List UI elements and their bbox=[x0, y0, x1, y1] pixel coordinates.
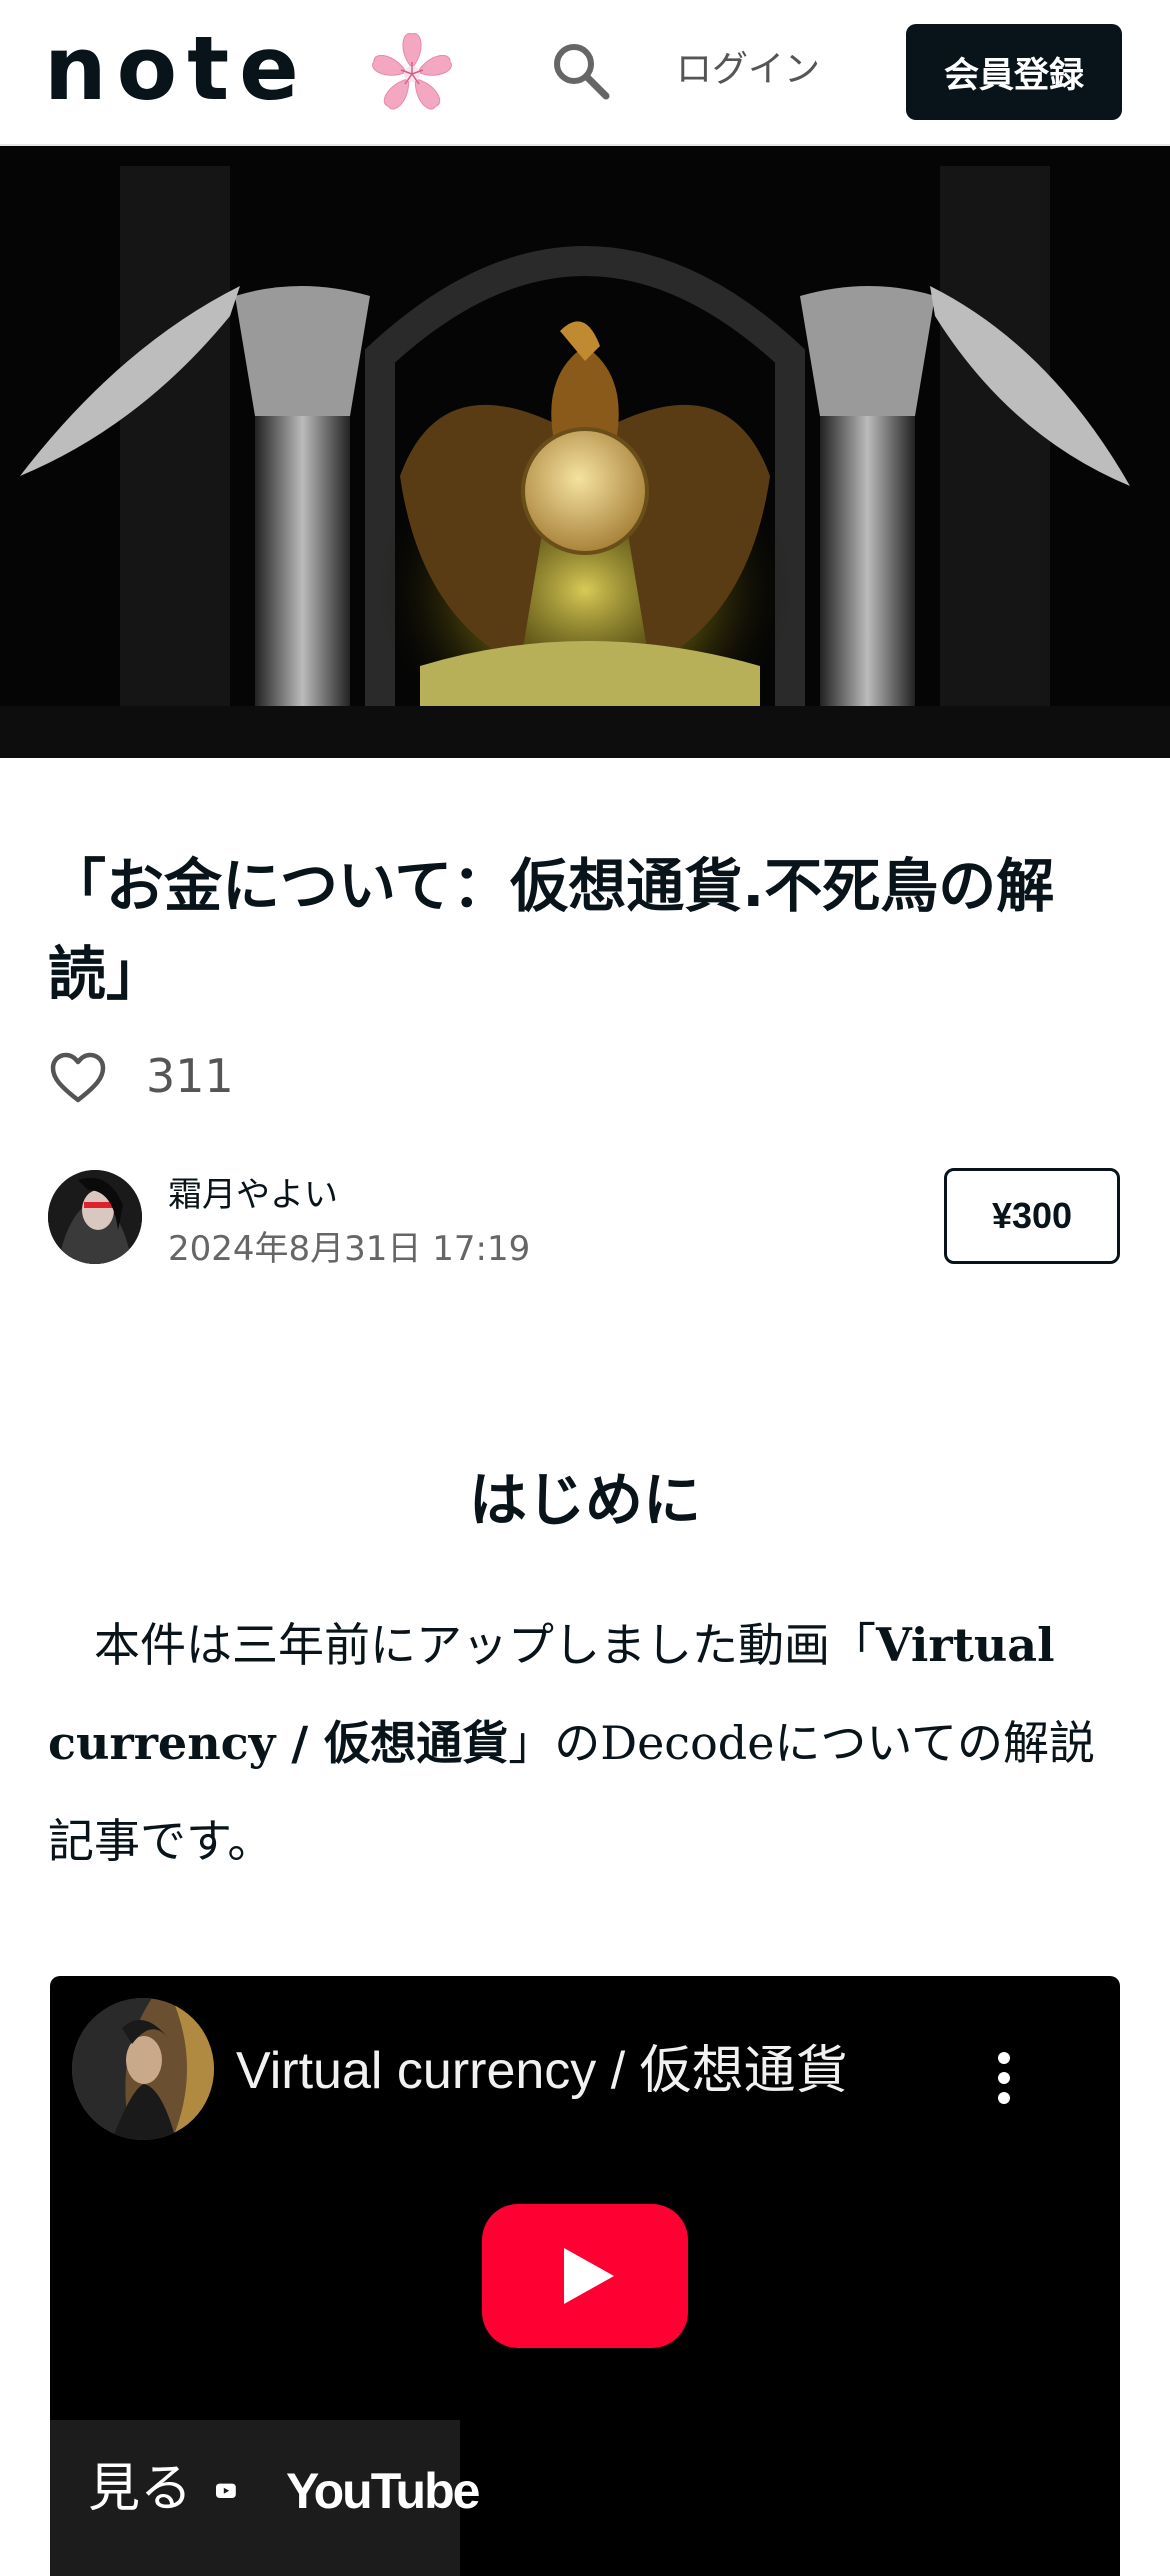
author-name[interactable]: 霜月やよい bbox=[168, 1172, 338, 1218]
heart-icon[interactable] bbox=[50, 1052, 106, 1104]
watch-label: 見る bbox=[88, 2459, 193, 2519]
youtube-logo-icon bbox=[216, 2483, 236, 2498]
hero-image bbox=[0, 146, 1170, 758]
body-paragraph: 本件は三年前にアップしました動画「Virtual currency / 仮想通貨… bbox=[48, 1596, 1124, 1890]
post-date: 2024年8月31日 17:19 bbox=[168, 1229, 531, 1269]
author-avatar[interactable] bbox=[48, 1170, 142, 1264]
signup-button[interactable]: 会員登録 bbox=[906, 24, 1122, 120]
site-header: note ログイン 会員登録 bbox=[0, 0, 1170, 146]
paragraph-text: 本件は三年前にアップしました動画「 bbox=[48, 1618, 876, 1672]
channel-avatar[interactable] bbox=[72, 1998, 214, 2140]
sakura-icon bbox=[372, 33, 452, 110]
section-heading: はじめに bbox=[468, 1466, 701, 1534]
more-vertical-icon[interactable] bbox=[994, 2050, 1014, 2106]
youtube-embed[interactable]: Virtual currency / 仮想通貨 見る YouTube bbox=[50, 1976, 1120, 2576]
note-logo[interactable]: note bbox=[44, 14, 309, 124]
article-title: 「お金について：仮想通貨.不死鳥の解読」 bbox=[48, 852, 1055, 1008]
price-button[interactable]: ¥300 bbox=[944, 1168, 1120, 1264]
youtube-wordmark: YouTube bbox=[286, 2463, 480, 2519]
watch-on-youtube-bar[interactable]: 見る YouTube bbox=[50, 2420, 480, 2576]
login-link[interactable]: ログイン bbox=[676, 44, 820, 96]
search-icon[interactable] bbox=[550, 40, 612, 102]
video-title[interactable]: Virtual currency / 仮想通貨 bbox=[236, 2036, 848, 2106]
play-button-icon[interactable] bbox=[482, 2204, 688, 2348]
like-count: 311 bbox=[146, 1049, 234, 1103]
phoenix-coin-illustration bbox=[0, 146, 1170, 758]
